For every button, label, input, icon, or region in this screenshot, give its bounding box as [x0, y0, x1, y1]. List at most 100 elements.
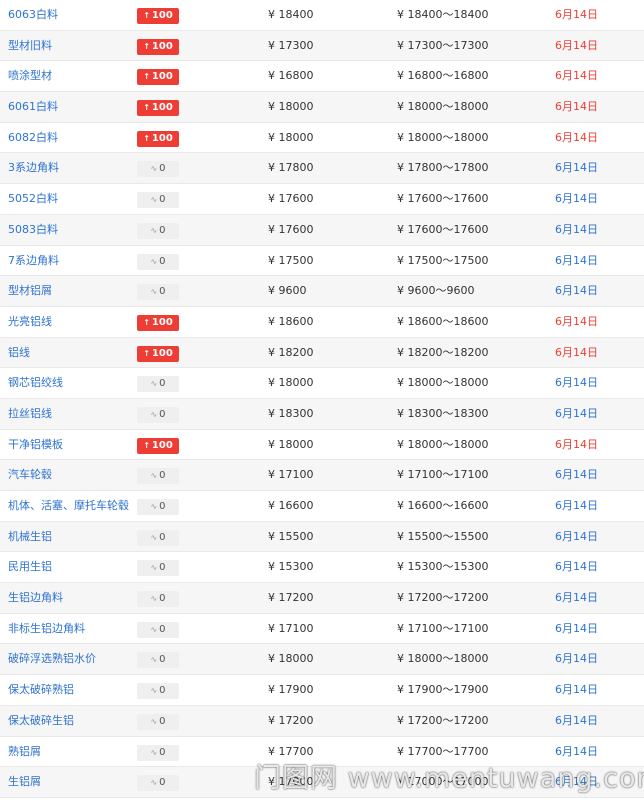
item-name-link[interactable]: 拉丝铝线: [8, 399, 134, 429]
currency-symbol: ¥: [268, 437, 275, 451]
item-name-link[interactable]: 干净铝模板: [8, 430, 134, 460]
wave-icon: ∿: [150, 624, 158, 634]
change-value: 100: [151, 10, 173, 21]
currency-symbol: ¥: [268, 38, 275, 52]
change-value: 0: [159, 531, 166, 543]
table-row: 熟铝屑 ∿ 0 ¥ 17700 ¥ 17700～17700 6月14日: [0, 737, 644, 768]
change-value: 0: [159, 562, 166, 574]
price-cell: ¥ 18200: [268, 338, 378, 368]
item-name-link[interactable]: 6061白料: [8, 92, 134, 122]
date-cell: 6月14日: [555, 406, 598, 420]
range-value: 16800～16800: [407, 69, 489, 83]
currency-symbol: ¥: [397, 437, 404, 451]
item-name-link[interactable]: 民用生铝: [8, 552, 134, 582]
change-value: 100: [151, 40, 173, 52]
date-cell: 6月14日: [555, 713, 598, 727]
price-value: 17900: [278, 683, 314, 697]
currency-symbol: ¥: [268, 100, 275, 114]
change-badge: ∿ 0: [137, 192, 179, 209]
wave-icon: ∿: [150, 686, 158, 696]
currency-symbol: ¥: [397, 253, 404, 267]
change-cell: ↑ 100: [137, 0, 179, 30]
item-name-link[interactable]: 7系边角料: [8, 246, 134, 276]
item-name-link[interactable]: 生铝屑: [8, 767, 134, 797]
currency-symbol: ¥: [397, 161, 404, 175]
item-name-link[interactable]: 光亮铝线: [8, 307, 134, 337]
table-row: 5052白料 ∿ 0 ¥ 17600 ¥ 17600～17600 6月14日: [0, 184, 644, 215]
change-value: 0: [159, 501, 166, 512]
change-cell: ↑ 100: [137, 307, 179, 337]
item-name-link[interactable]: 保太破碎生铝: [8, 706, 134, 736]
item-name-link[interactable]: 5083白料: [8, 215, 134, 245]
item-name-link[interactable]: 非标生铝边角料: [8, 614, 134, 644]
range-value: 17100～17100: [407, 621, 489, 635]
price-value: 17100: [278, 621, 314, 635]
date-cell: 6月14日: [555, 560, 598, 574]
item-name-link[interactable]: 3系边角料: [8, 153, 134, 183]
date-cell: 6月14日: [555, 744, 598, 758]
wave-icon: ∿: [150, 655, 158, 665]
price-value: 18000: [278, 376, 314, 390]
currency-symbol: ¥: [268, 192, 275, 206]
currency-symbol: ¥: [268, 69, 275, 83]
price-value: 17700: [278, 744, 314, 758]
change-cell: ∿ 0: [137, 491, 179, 521]
date-cell: 6月14日: [555, 775, 598, 789]
item-name-link[interactable]: 铝线: [8, 338, 134, 368]
arrow-up-icon: ↑: [143, 11, 150, 20]
range-cell: ¥ 17600～17600: [397, 215, 527, 245]
change-badge: ↑ 100: [137, 130, 179, 147]
arrow-up-icon: ↑: [143, 317, 150, 327]
item-name-link[interactable]: 喷涂型材: [8, 61, 134, 91]
change-cell: ∿ 0: [137, 153, 179, 183]
range-cell: ¥ 16600～16600: [397, 491, 527, 521]
currency-symbol: ¥: [397, 499, 404, 512]
item-name-link[interactable]: 机体、活塞、摩托车轮毂: [8, 491, 134, 521]
item-name-link[interactable]: 型材铝屑: [8, 276, 134, 306]
price-value: 16600: [278, 499, 314, 512]
currency-symbol: ¥: [268, 222, 275, 236]
table-row: 型材铝屑 ∿ 0 ¥ 9600 ¥ 9600～9600 6月14日: [0, 276, 644, 307]
change-badge: ∿ 0: [137, 529, 179, 546]
change-value: 100: [151, 102, 173, 114]
currency-symbol: ¥: [397, 683, 404, 697]
item-name-link[interactable]: 机械生铝: [8, 522, 134, 552]
range-cell: ¥ 18200～18200: [397, 338, 527, 368]
range-value: 17100～17100: [407, 468, 489, 482]
change-cell: ↑ 100: [137, 31, 179, 61]
range-value: 15300～15300: [407, 560, 489, 574]
currency-symbol: ¥: [397, 284, 404, 298]
range-cell: ¥ 17300～17300: [397, 31, 527, 61]
price-cell: ¥ 17800: [268, 153, 378, 183]
table-row: 破碎浮选熟铝水价 ∿ 0 ¥ 18000 ¥ 18000～18000 6月14日: [0, 644, 644, 676]
wave-icon: ∿: [150, 778, 158, 788]
item-name-link[interactable]: 6063白料: [8, 0, 134, 30]
item-name-link[interactable]: 破碎浮选熟铝水价: [8, 644, 134, 674]
change-cell: ↑ 100: [137, 123, 179, 153]
range-cell: ¥ 18000～18000: [397, 368, 527, 398]
item-name-link[interactable]: 熟铝屑: [8, 737, 134, 767]
wave-icon: ∿: [150, 379, 158, 389]
item-name-link[interactable]: 6082白料: [8, 123, 134, 153]
item-name-link[interactable]: 保太破碎熟铝: [8, 675, 134, 705]
item-name-link[interactable]: 钢芯铝绞线: [8, 368, 134, 398]
currency-symbol: ¥: [268, 683, 275, 697]
price-table: 6063白料 ↑ 100 ¥ 18400 ¥ 18400～18400 6月14日 型材旧料 ↑…: [0, 0, 644, 798]
range-value: 17200～17200: [407, 713, 489, 727]
item-name-link[interactable]: 汽车轮毂: [8, 460, 134, 490]
wave-icon: ∿: [150, 471, 158, 481]
table-row: 5083白料 ∿ 0 ¥ 17600 ¥ 17600～17600 6月14日: [0, 214, 644, 246]
arrow-up-icon: ↑: [143, 440, 150, 450]
date-cell: 6月14日: [555, 591, 598, 605]
change-value: 0: [159, 593, 166, 605]
item-name-link[interactable]: 5052白料: [8, 184, 134, 214]
change-cell: ∿ 0: [137, 614, 179, 644]
item-name-link[interactable]: 型材旧料: [8, 31, 134, 61]
price-cell: ¥ 17600: [268, 184, 378, 214]
arrow-up-icon: ↑: [143, 103, 150, 113]
item-name-link[interactable]: 生铝边角料: [8, 583, 134, 613]
price-value: 18000: [278, 100, 314, 114]
range-value: 18300～18300: [407, 406, 489, 420]
currency-symbol: ¥: [397, 222, 404, 236]
wave-icon: ∿: [150, 164, 158, 174]
